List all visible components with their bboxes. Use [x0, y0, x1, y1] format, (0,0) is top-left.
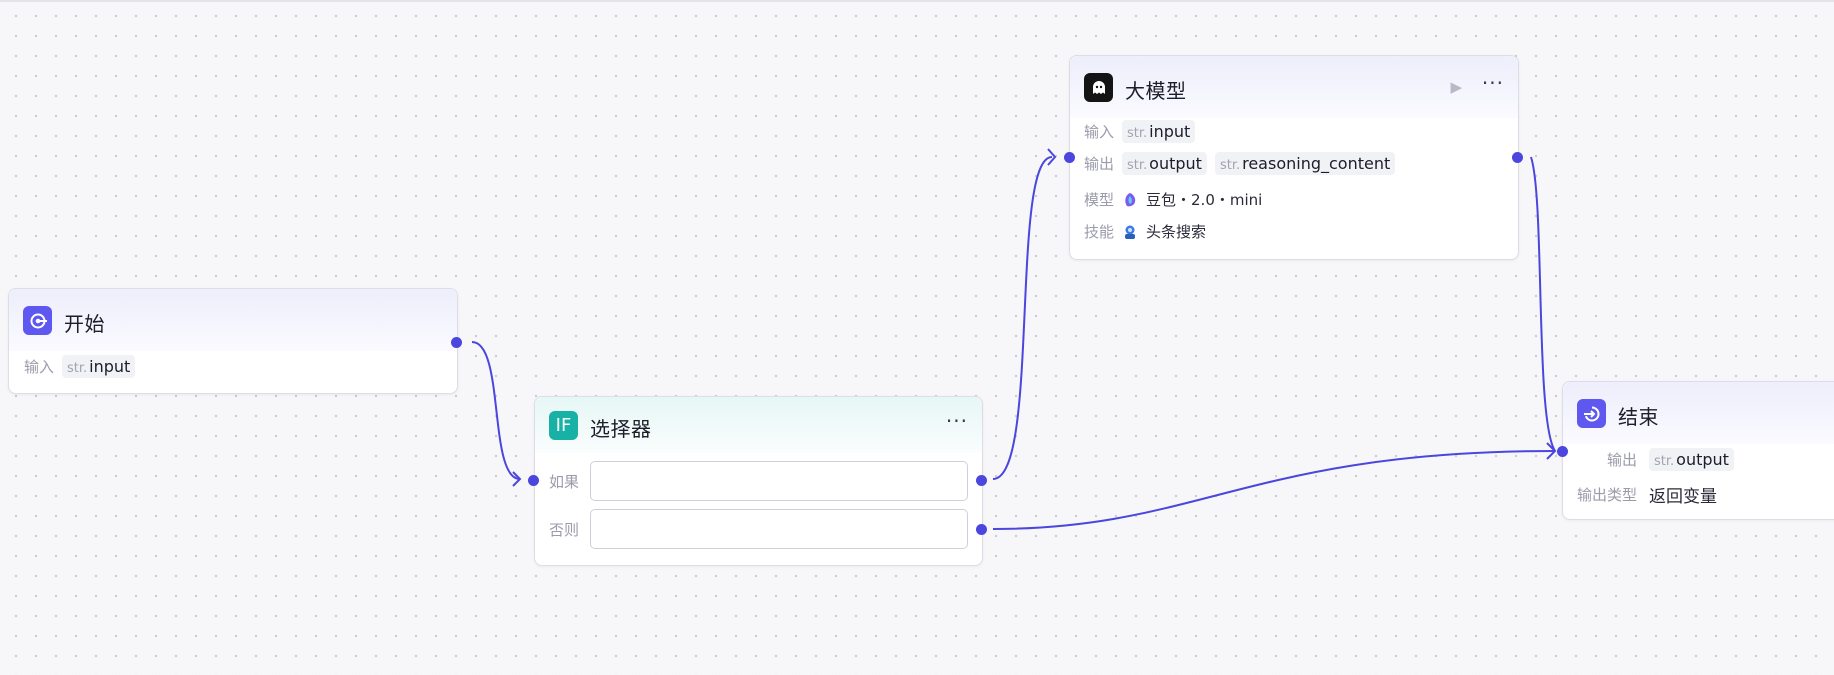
llm-input-row: 输入 str. input	[1084, 120, 1196, 143]
llm-output-row: 输出 str. output str. reasoning_content	[1084, 152, 1396, 175]
if-row: 如果	[549, 471, 579, 492]
end-output-kind-label: 输出类型	[1577, 486, 1638, 504]
edge-start-to-selector	[471, 341, 521, 480]
start-input-row: 输入 str. input	[24, 355, 136, 378]
end-output-kind-row: 输出类型 返回变量	[1577, 482, 1717, 507]
start-input-tag[interactable]: str. input	[62, 355, 136, 378]
llm-node[interactable]: 大模型 ▶ ··· 输入 str. input 输出 str. output s…	[1069, 55, 1519, 260]
run-icon[interactable]: ▶	[1450, 78, 1462, 96]
variable-name: input	[89, 357, 131, 376]
edge-else-to-end	[992, 450, 1556, 530]
else-condition-box[interactable]	[590, 509, 968, 549]
model-logo-icon	[1122, 192, 1138, 208]
end-output-label: 输出	[1607, 451, 1638, 469]
start-node[interactable]: 开始 输入 str. input	[8, 288, 458, 394]
more-options-icon[interactable]: ···	[1482, 73, 1504, 93]
llm-model-value: 豆包・2.0・mini	[1146, 191, 1263, 209]
type-prefix: str.	[1654, 454, 1675, 469]
llm-input-tag[interactable]: str. input	[1122, 120, 1196, 143]
end-input-handle[interactable]	[1557, 446, 1568, 457]
end-node-header[interactable]: 结束	[1563, 382, 1834, 444]
edge-if-to-llm	[992, 156, 1053, 480]
selector-input-handle[interactable]	[528, 475, 539, 486]
selector-node-title: 选择器	[590, 417, 652, 441]
llm-model-label: 模型	[1084, 191, 1115, 209]
search-plugin-icon	[1122, 224, 1138, 240]
llm-skill-row: 技能 头条搜索	[1084, 221, 1206, 242]
start-node-title: 开始	[64, 312, 105, 336]
start-output-handle[interactable]	[451, 337, 462, 348]
end-output-tag[interactable]: str. output	[1649, 448, 1734, 471]
llm-model-row: 模型 豆包・2.0・mini	[1084, 189, 1262, 210]
end-output-row: 输出 str. output	[1607, 448, 1734, 471]
llm-output-label: 输出	[1084, 155, 1115, 173]
start-circle-icon	[23, 306, 52, 335]
start-node-header[interactable]: 开始	[9, 289, 457, 351]
else-label: 否则	[549, 521, 580, 539]
variable-name: reasoning_content	[1242, 154, 1391, 173]
end-arrow-icon	[1577, 399, 1606, 428]
variable-name: input	[1149, 122, 1191, 141]
llm-skill-value: 头条搜索	[1146, 223, 1207, 241]
selector-node[interactable]: IF 选择器 ··· 如果 否则	[534, 396, 983, 566]
type-prefix: str.	[1127, 158, 1148, 173]
if-label: 如果	[549, 473, 580, 491]
end-node[interactable]: 结束 输出 str. output 输出类型 返回变量	[1562, 381, 1834, 520]
llm-input-handle[interactable]	[1064, 152, 1075, 163]
selector-else-output-handle[interactable]	[976, 524, 987, 535]
llm-reasoning-tag[interactable]: str. reasoning_content	[1214, 152, 1396, 175]
variable-name: output	[1676, 450, 1729, 469]
variable-name: output	[1149, 154, 1202, 173]
edge-llm-to-end	[1530, 156, 1556, 452]
llm-node-title: 大模型	[1125, 79, 1187, 103]
more-options-icon[interactable]: ···	[946, 411, 968, 431]
type-prefix: str.	[1127, 126, 1148, 141]
else-row: 否则	[549, 519, 579, 540]
if-condition-box[interactable]	[590, 461, 968, 501]
llm-node-header[interactable]: 大模型 ▶ ···	[1070, 56, 1518, 118]
start-input-label: 输入	[24, 358, 55, 376]
ghost-icon	[1084, 73, 1113, 102]
llm-skill-label: 技能	[1084, 223, 1115, 241]
if-icon-text: IF	[555, 415, 572, 436]
end-node-title: 结束	[1618, 405, 1659, 429]
type-prefix: str.	[67, 361, 88, 376]
end-output-kind-value: 返回变量	[1649, 487, 1718, 507]
if-icon: IF	[549, 411, 578, 440]
llm-output-tag[interactable]: str. output	[1122, 152, 1207, 175]
llm-output-handle[interactable]	[1512, 152, 1523, 163]
type-prefix: str.	[1219, 158, 1241, 173]
selector-if-output-handle[interactable]	[976, 475, 987, 486]
llm-input-label: 输入	[1084, 123, 1115, 141]
selector-node-header[interactable]: IF 选择器 ···	[535, 397, 982, 453]
